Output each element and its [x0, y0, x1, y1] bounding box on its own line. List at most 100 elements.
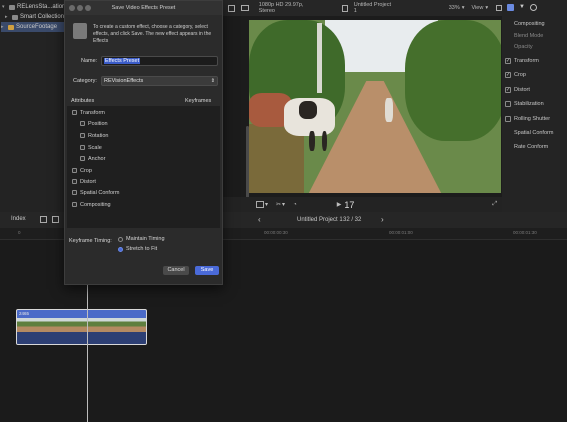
transform-tool-icon[interactable]: [256, 201, 264, 208]
view-menu[interactable]: View: [471, 5, 483, 11]
ruler-tick: 00:00:01:30: [513, 230, 537, 235]
forward-arrow-icon[interactable]: ›: [381, 215, 384, 224]
library-item-smart-collections[interactable]: ▸ Smart Collections: [5, 12, 67, 22]
stabilization-checkbox[interactable]: [505, 101, 511, 107]
category-select[interactable]: REVisionEffects ⇕: [101, 76, 218, 86]
timecode-display: 17: [344, 199, 355, 210]
position-attr-checkbox[interactable]: [80, 121, 85, 126]
index-button[interactable]: Index: [11, 216, 26, 222]
clip-audio-strip: [17, 332, 146, 344]
format-info: 1080p HD 29.97p, Stereo: [258, 2, 304, 14]
crop-attr-checkbox[interactable]: [72, 168, 77, 173]
viewer-controls: ▾ ✂ ▾ ◔ ▶ 17 ⤢: [222, 197, 502, 212]
name-label: Name:: [81, 58, 98, 64]
attribute-scale[interactable]: Scale: [80, 143, 102, 152]
disclosure-triangle-icon[interactable]: ▸: [1, 24, 6, 30]
stretch-to-fit-option[interactable]: Stretch to Fit: [118, 246, 157, 252]
trees-right: [405, 20, 501, 142]
inspector-section-stabilization[interactable]: Stabilization: [505, 98, 565, 110]
anchor-attr-checkbox[interactable]: [80, 156, 85, 161]
library-toggle-icon[interactable]: [240, 5, 249, 11]
timeline-project-title: Untitled Project 1: [297, 217, 343, 223]
attribute-crop[interactable]: Crop: [72, 166, 92, 175]
library-item-lens-station[interactable]: ▾ RELensSta...ation c: [2, 2, 70, 12]
ruler-tick: 00:00:01:00: [389, 230, 413, 235]
distant-person: [385, 97, 393, 123]
attribute-spatial-conform[interactable]: Spatial Conform: [72, 188, 119, 197]
clip-thumbnail: [105, 318, 127, 332]
maintain-timing-option[interactable]: Maintain Timing: [118, 236, 165, 242]
inspector-section-rolling-shutter[interactable]: Rolling Shutter: [505, 113, 565, 125]
library-icon: [9, 4, 15, 10]
dialog-title-bar: Save Video Effects Preset: [65, 1, 222, 15]
name-input[interactable]: Effects Preset: [101, 56, 218, 66]
utility-pole: [317, 23, 323, 93]
transform-attr-checkbox[interactable]: [72, 110, 77, 115]
chevron-down-icon[interactable]: ▾: [282, 201, 285, 208]
crop-checkbox[interactable]: ✓: [505, 72, 511, 78]
chevron-down-icon[interactable]: ▾: [485, 5, 488, 11]
chevron-down-icon[interactable]: ▾: [265, 201, 268, 208]
inspector-section-transform[interactable]: ✓ Transform: [505, 55, 565, 67]
grid-icon[interactable]: [228, 4, 235, 12]
keyframe-timing-label: Keyframe Timing:: [69, 238, 112, 244]
inspector-section-rate-conform[interactable]: Rate Conform: [505, 141, 565, 153]
attributes-header: Attributes: [71, 98, 95, 104]
inspector-section-distort[interactable]: ✓ Distort: [505, 84, 565, 96]
inspector: ▼ Compositing Blend Mode Opacity ✓ Transf…: [502, 0, 567, 212]
ruler-tick: 00:00:00:30: [264, 230, 288, 235]
transform-checkbox[interactable]: ✓: [505, 58, 511, 64]
distort-checkbox[interactable]: ✓: [505, 87, 511, 93]
viewer-top-bar: 1080p HD 29.97p, Stereo Untitled Project…: [222, 0, 502, 16]
attribute-position[interactable]: Position: [80, 119, 108, 128]
compositing-attr-checkbox[interactable]: [72, 202, 77, 207]
video-frame[interactable]: [249, 20, 501, 193]
zoom-menu[interactable]: 33%: [449, 5, 460, 11]
keyframes-header: Keyframes: [185, 98, 212, 104]
stretch-to-fit-radio[interactable]: [118, 246, 123, 252]
attribute-anchor[interactable]: Anchor: [80, 154, 105, 163]
maintain-timing-radio[interactable]: [118, 236, 123, 242]
fullscreen-toggle-icon[interactable]: ⤢: [492, 201, 497, 208]
disclosure-triangle-icon[interactable]: ▸: [5, 14, 10, 20]
library-item-source-footage[interactable]: ▸ SourceFootage: [1, 22, 65, 32]
spatial-conform-attr-checkbox[interactable]: [72, 190, 77, 195]
attribute-compositing[interactable]: Compositing: [72, 200, 111, 209]
save-button[interactable]: Save: [195, 266, 219, 275]
event-icon: [8, 24, 14, 30]
filter-icon[interactable]: ▼: [519, 4, 525, 11]
attribute-rotation[interactable]: Rotation: [80, 131, 109, 140]
effects-preset-icon: [73, 23, 87, 39]
inspector-section-compositing[interactable]: Compositing: [505, 18, 565, 30]
attribute-transform[interactable]: Transform: [72, 108, 105, 117]
timeline-clip[interactable]: 2465: [16, 309, 147, 345]
clip-thumbnail: [17, 318, 39, 332]
distort-attr-checkbox[interactable]: [72, 179, 77, 184]
play-icon[interactable]: ▶: [337, 201, 342, 208]
attribute-distort[interactable]: Distort: [72, 177, 96, 186]
rotation-attr-checkbox[interactable]: [80, 133, 85, 138]
cow-leg: [309, 130, 315, 152]
clip-thumbnail: [127, 318, 146, 332]
crop-tool-icon[interactable]: ✂: [276, 201, 281, 208]
zoom-window-icon[interactable]: [85, 5, 91, 11]
inspector-opacity[interactable]: Opacity: [505, 41, 565, 53]
rolling-shutter-checkbox[interactable]: [505, 116, 511, 122]
scale-attr-checkbox[interactable]: [80, 145, 85, 150]
info-icon[interactable]: [529, 4, 537, 11]
close-window-icon[interactable]: [69, 5, 75, 11]
clip-appearance-icon[interactable]: [52, 216, 59, 223]
video-inspector-icon[interactable]: [507, 4, 514, 11]
ruler-tick: 0: [18, 230, 21, 235]
back-arrow-icon[interactable]: ‹: [258, 215, 261, 224]
inspector-section-crop[interactable]: ✓ Crop: [505, 69, 565, 81]
chevron-down-icon[interactable]: ▾: [462, 5, 465, 11]
disclosure-triangle-icon[interactable]: ▾: [2, 4, 7, 10]
minimize-window-icon[interactable]: [77, 5, 83, 11]
speed-icon[interactable]: ◔: [293, 202, 297, 208]
library-sidebar: ▾ RELensSta...ation c ▸ Smart Collection…: [0, 0, 70, 212]
cow-patch: [299, 101, 318, 119]
cancel-button[interactable]: Cancel: [163, 266, 189, 275]
audio-role-icon[interactable]: [40, 216, 47, 223]
inspector-section-spatial-conform[interactable]: Spatial Conform: [505, 127, 565, 139]
